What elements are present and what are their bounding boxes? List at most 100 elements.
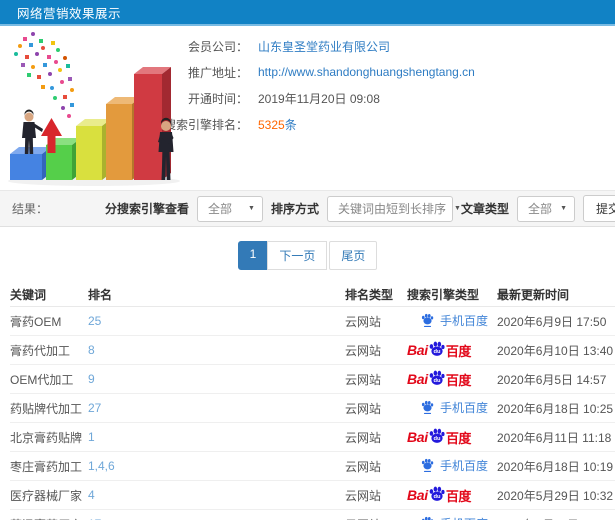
sort-select-value: 关键词由短到长排序 <box>337 202 446 216</box>
cell-rank[interactable]: 4 <box>88 488 345 502</box>
baidu-paw-icon: du <box>429 428 445 443</box>
cell-engine: 手机百度 <box>407 312 497 331</box>
table-row: 菏泽膏药厂家 17 云网站 手机百度 2020年6月11日 11:40 <box>10 510 615 520</box>
cell-rank[interactable]: 8 <box>88 343 345 357</box>
baidu-logo-cn: 百度 <box>445 372 472 388</box>
baidu-logo-du: du <box>433 494 441 500</box>
info-row-opened: 开通时间： 2019年11月20日 09:08 <box>158 85 615 111</box>
baidu-logo-bai: Bai <box>407 371 428 387</box>
pagination: 1 下一页 尾页 <box>0 241 615 270</box>
mobile-baidu-label: 手机百度 <box>440 515 488 520</box>
baidu-paw-icon: du <box>429 486 445 501</box>
submit-button[interactable]: 提交 <box>583 195 615 222</box>
baidu-logo: Bai du 百度 <box>407 485 471 505</box>
cell-keyword: 枣庄膏药加工 <box>10 459 83 474</box>
mobile-baidu-badge: 手机百度 <box>407 457 488 474</box>
growth-chart-image <box>8 32 180 186</box>
mobile-baidu-badge: 手机百度 <box>407 399 488 416</box>
cell-rank[interactable]: 27 <box>88 401 345 415</box>
baidu-logo-du: du <box>433 436 441 442</box>
open-time-value: 2019年11月20日 09:08 <box>258 91 380 106</box>
baidu-paw-icon: du <box>429 370 445 385</box>
cell-rank[interactable]: 25 <box>88 314 345 328</box>
cell-engine: Bai du 百度 <box>407 369 497 389</box>
mobile-baidu-badge: 手机百度 <box>407 515 488 520</box>
chevron-down-icon: ▼ <box>248 205 255 212</box>
baidu-paw-icon <box>421 313 434 327</box>
keyword-rank-table: 关键词 排名 排名类型 搜索引擎类型 最新更新时间 膏药OEM 25 云网站 手… <box>0 282 615 520</box>
cell-keyword: 北京膏药贴牌 <box>10 430 83 445</box>
cell-keyword: 菏泽膏药厂家 <box>10 516 88 520</box>
table-row: 膏药代加工 8 云网站 Bai du 百度 2020年6月10日 13:40 <box>10 336 615 365</box>
cell-rank[interactable]: 1,4,6 <box>88 459 345 473</box>
baidu-logo-du: du <box>433 378 441 384</box>
cell-updated: 2020年6月18日 10:25 <box>497 401 614 416</box>
baidu-paw-icon: du <box>429 341 445 356</box>
cell-updated: 2020年6月10日 13:40 <box>497 343 614 358</box>
table-row: OEM代加工 9 云网站 Bai du 百度 2020年6月5日 14:57 <box>10 365 615 394</box>
cell-keyword: OEM代加工 <box>10 372 74 387</box>
col-keyword: 关键词 <box>10 287 47 302</box>
cell-rank-type: 云网站 <box>345 516 407 520</box>
info-section: 会员公司： 山东皇圣堂药业有限公司 推广地址： http://www.shand… <box>0 26 615 190</box>
cell-rank-type: 云网站 <box>345 430 382 445</box>
filter-controls: 分搜索引擎查看 全部 ▼ 排序方式 关键词由短到长排序 ▼ 文章类型 全部 ▼ … <box>105 195 615 222</box>
cell-updated: 2020年6月5日 14:57 <box>497 372 607 387</box>
page-title: 网络营销效果展示 <box>17 6 122 21</box>
cell-updated: 2020年5月29日 10:32 <box>497 488 614 503</box>
last-page-button[interactable]: 尾页 <box>329 241 378 270</box>
article-type-label: 文章类型 <box>460 202 509 216</box>
cell-rank[interactable]: 9 <box>88 372 345 386</box>
baidu-logo-bai: Bai <box>407 429 428 445</box>
page-header: 网络营销效果展示 <box>0 0 615 26</box>
engine-select[interactable]: 全部 ▼ <box>196 195 263 222</box>
cell-keyword: 膏药代加工 <box>10 343 71 358</box>
info-row-company: 会员公司： 山东皇圣堂药业有限公司 <box>158 33 615 59</box>
col-rank-type: 排名类型 <box>345 287 394 302</box>
cell-updated: 2020年6月18日 10:19 <box>497 459 614 474</box>
baidu-paw-icon <box>421 516 434 520</box>
cell-keyword: 膏药OEM <box>10 314 62 329</box>
table-row: 膏药OEM 25 云网站 手机百度 2020年6月9日 17:50 <box>10 307 615 336</box>
cell-rank-type: 云网站 <box>345 314 382 329</box>
confetti-dots <box>14 32 74 118</box>
cell-engine: 手机百度 <box>407 515 497 520</box>
sort-filter-label: 排序方式 <box>270 202 319 216</box>
cell-rank[interactable]: 1 <box>88 430 345 444</box>
baidu-logo-cn: 百度 <box>445 430 472 446</box>
table-header-row: 关键词 排名 排名类型 搜索引擎类型 最新更新时间 <box>10 282 615 307</box>
info-row-url: 推广地址： http://www.shandonghuangshengtang.… <box>158 59 615 85</box>
company-link[interactable]: 山东皇圣堂药业有限公司 <box>258 38 390 55</box>
cell-rank-type: 云网站 <box>345 372 382 387</box>
next-page-button[interactable]: 下一页 <box>267 241 328 270</box>
cell-rank-type: 云网站 <box>345 488 382 503</box>
baidu-paw-icon <box>421 458 434 472</box>
cell-rank-type: 云网站 <box>345 343 382 358</box>
bar-yellow <box>76 119 111 180</box>
baidu-logo-du: du <box>433 349 441 355</box>
baidu-logo-cn: 百度 <box>445 488 472 504</box>
result-label: 结果： <box>12 202 49 216</box>
cell-engine: 手机百度 <box>407 399 497 418</box>
baidu-logo: Bai du 百度 <box>407 369 471 389</box>
article-type-select[interactable]: 全部 ▼ <box>517 195 575 222</box>
page-1-button[interactable]: 1 <box>237 241 269 270</box>
cell-engine: Bai du 百度 <box>407 485 497 505</box>
col-updated: 最新更新时间 <box>497 287 570 302</box>
table-row: 药贴牌代加工 27 云网站 手机百度 2020年6月18日 10:25 <box>10 394 615 423</box>
sort-select[interactable]: 关键词由短到长排序 ▼ <box>326 195 461 222</box>
baidu-paw-icon <box>421 400 434 414</box>
table-body: 膏药OEM 25 云网站 手机百度 2020年6月9日 17:50 膏药代加工 … <box>10 307 615 520</box>
chevron-down-icon: ▼ <box>454 205 461 212</box>
promo-url-link[interactable]: http://www.shandonghuangshengtang.cn <box>258 65 475 79</box>
baidu-logo-bai: Bai <box>407 342 428 358</box>
cell-updated: 2020年6月11日 11:18 <box>497 430 612 445</box>
mobile-baidu-label: 手机百度 <box>440 458 489 473</box>
cell-engine: 手机百度 <box>407 457 497 476</box>
rank-count: 5325 <box>258 117 285 132</box>
mobile-baidu-label: 手机百度 <box>440 313 489 328</box>
growth-chart-illustration <box>2 30 192 188</box>
table-row: 北京膏药贴牌 1 云网站 Bai du 百度 2020年6月11日 11:18 <box>10 423 615 452</box>
mobile-baidu-badge: 手机百度 <box>407 312 488 329</box>
member-info-list: 会员公司： 山东皇圣堂药业有限公司 推广地址： http://www.shand… <box>158 26 615 137</box>
